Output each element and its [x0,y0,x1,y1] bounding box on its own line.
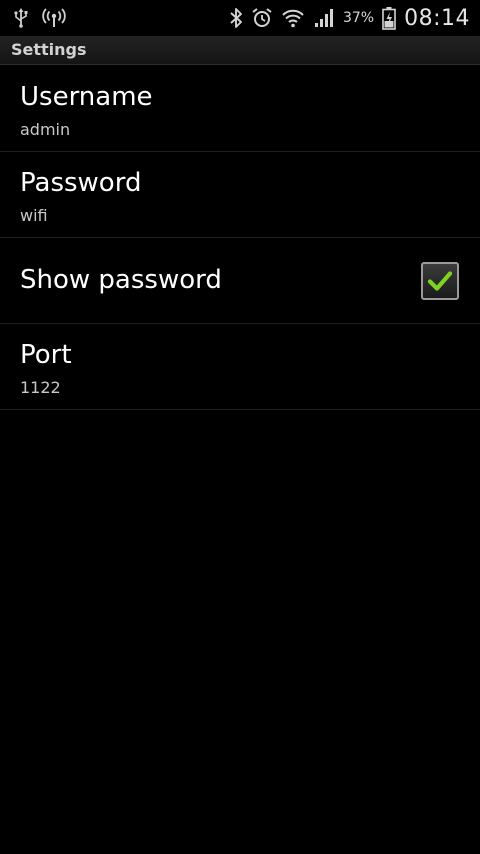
page-title: Settings [11,40,87,59]
preference-summary: 1122 [20,378,61,397]
clock: 08:14 [404,5,470,31]
title-bar: Settings [0,36,480,65]
preference-summary: admin [20,120,71,139]
show-password-checkbox[interactable] [421,262,459,300]
battery-charging-icon [382,0,396,36]
wifi-hotspot-icon [42,0,66,36]
status-left-icons [0,0,66,36]
battery-percent: 37% [342,10,375,26]
preference-show-password[interactable]: Show password [0,238,480,324]
preference-summary: wifi [20,206,48,225]
preference-password[interactable]: Password wifi [0,152,480,238]
check-mark-icon [427,271,453,291]
preference-title: Password [20,168,142,198]
preference-title: Username [20,82,153,112]
preference-port[interactable]: Port 1122 [0,324,480,410]
settings-screen: 37% 08:14 Settings Username admin Passwo… [0,0,480,854]
preference-title: Show password [20,265,222,295]
preference-list: Username admin Password wifi Show passwo… [0,66,480,410]
preference-title: Port [20,340,72,370]
status-bar: 37% 08:14 [0,0,480,36]
status-right-icons: 37% 08:14 [229,0,480,36]
preference-username[interactable]: Username admin [0,66,480,152]
alarm-icon [251,0,273,36]
signal-icon [313,0,335,36]
bluetooth-icon [229,0,243,36]
usb-icon [14,0,28,36]
wifi-icon [281,0,305,36]
